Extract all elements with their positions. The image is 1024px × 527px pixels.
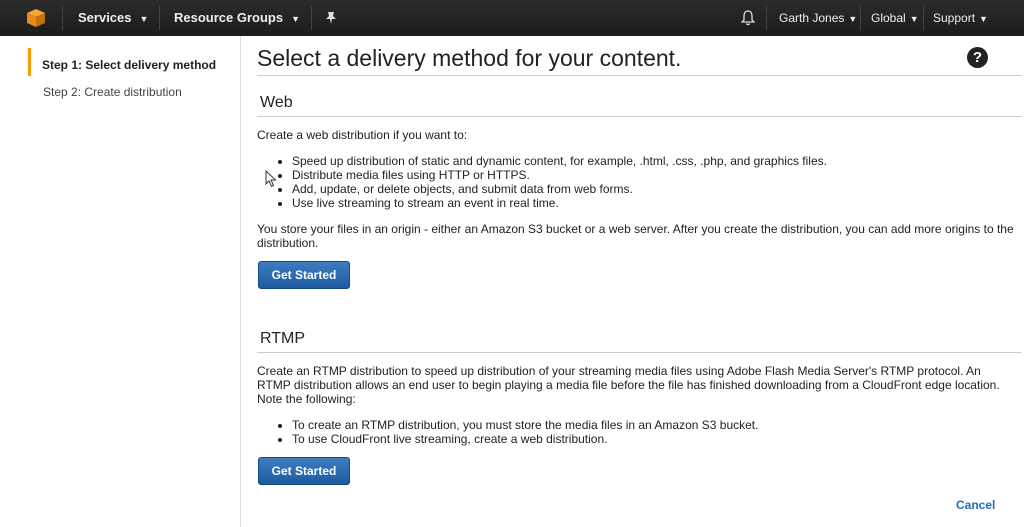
services-label: Services <box>78 10 132 25</box>
list-item: To use CloudFront live streaming, create… <box>292 432 758 446</box>
divider <box>860 6 861 30</box>
bell-icon[interactable] <box>741 10 755 26</box>
cancel-link[interactable]: Cancel <box>956 498 995 512</box>
web-bullet-list: Speed up distribution of static and dyna… <box>278 154 827 210</box>
list-item: Use live streaming to stream an event in… <box>292 196 827 210</box>
mouse-cursor-icon <box>265 170 277 188</box>
user-name: Garth Jones <box>779 11 845 25</box>
chevron-down-icon: ▼ <box>848 13 858 24</box>
divider <box>62 6 63 30</box>
rtmp-get-started-button[interactable]: Get Started <box>258 457 350 485</box>
page-title: Select a delivery method for your conten… <box>257 45 682 71</box>
divider <box>257 75 1022 76</box>
divider <box>257 352 1022 353</box>
support-label: Support <box>933 11 976 25</box>
divider <box>257 116 1022 117</box>
help-icon[interactable]: ? <box>967 47 988 68</box>
chevron-down-icon: ▼ <box>291 13 301 24</box>
region-menu[interactable]: Global ▼ <box>871 0 919 36</box>
divider <box>311 6 312 30</box>
resource-groups-label: Resource Groups <box>174 10 284 25</box>
resource-groups-menu[interactable]: Resource Groups ▼ <box>174 0 300 36</box>
rtmp-intro: Create an RTMP distribution to speed up … <box>257 364 1000 406</box>
web-heading: Web <box>260 94 293 111</box>
step-1-select-delivery[interactable]: Step 1: Select delivery method <box>42 58 216 72</box>
region-label: Global <box>871 11 906 25</box>
top-nav-bar: Services ▼ Resource Groups ▼ Garth Jones ▼ … <box>0 0 1024 36</box>
divider <box>159 6 160 30</box>
active-step-indicator <box>28 48 31 76</box>
web-note: You store your files in an origin - eith… <box>257 222 1014 250</box>
chevron-down-icon: ▼ <box>909 13 919 24</box>
user-menu[interactable]: Garth Jones ▼ <box>779 0 857 36</box>
list-item: Add, update, or delete objects, and subm… <box>292 182 827 196</box>
step-2-create-distribution[interactable]: Step 2: Create distribution <box>43 85 182 99</box>
divider <box>923 6 924 30</box>
rtmp-heading: RTMP <box>260 330 306 347</box>
list-item: To create an RTMP distribution, you must… <box>292 418 758 432</box>
support-menu[interactable]: Support ▼ <box>933 0 988 36</box>
list-item: Distribute media files using HTTP or HTT… <box>292 168 827 182</box>
chevron-down-icon: ▼ <box>979 13 988 24</box>
divider <box>766 6 767 30</box>
chevron-down-icon: ▼ <box>139 13 149 24</box>
wizard-sidebar: Step 1: Select delivery method Step 2: C… <box>0 36 241 527</box>
web-get-started-button[interactable]: Get Started <box>258 261 350 289</box>
aws-logo-icon[interactable] <box>26 8 46 28</box>
web-intro: Create a web distribution if you want to… <box>257 128 468 142</box>
pin-icon[interactable] <box>325 11 337 25</box>
list-item: Speed up distribution of static and dyna… <box>292 154 827 168</box>
services-menu[interactable]: Services ▼ <box>78 0 148 36</box>
rtmp-bullet-list: To create an RTMP distribution, you must… <box>278 418 758 446</box>
